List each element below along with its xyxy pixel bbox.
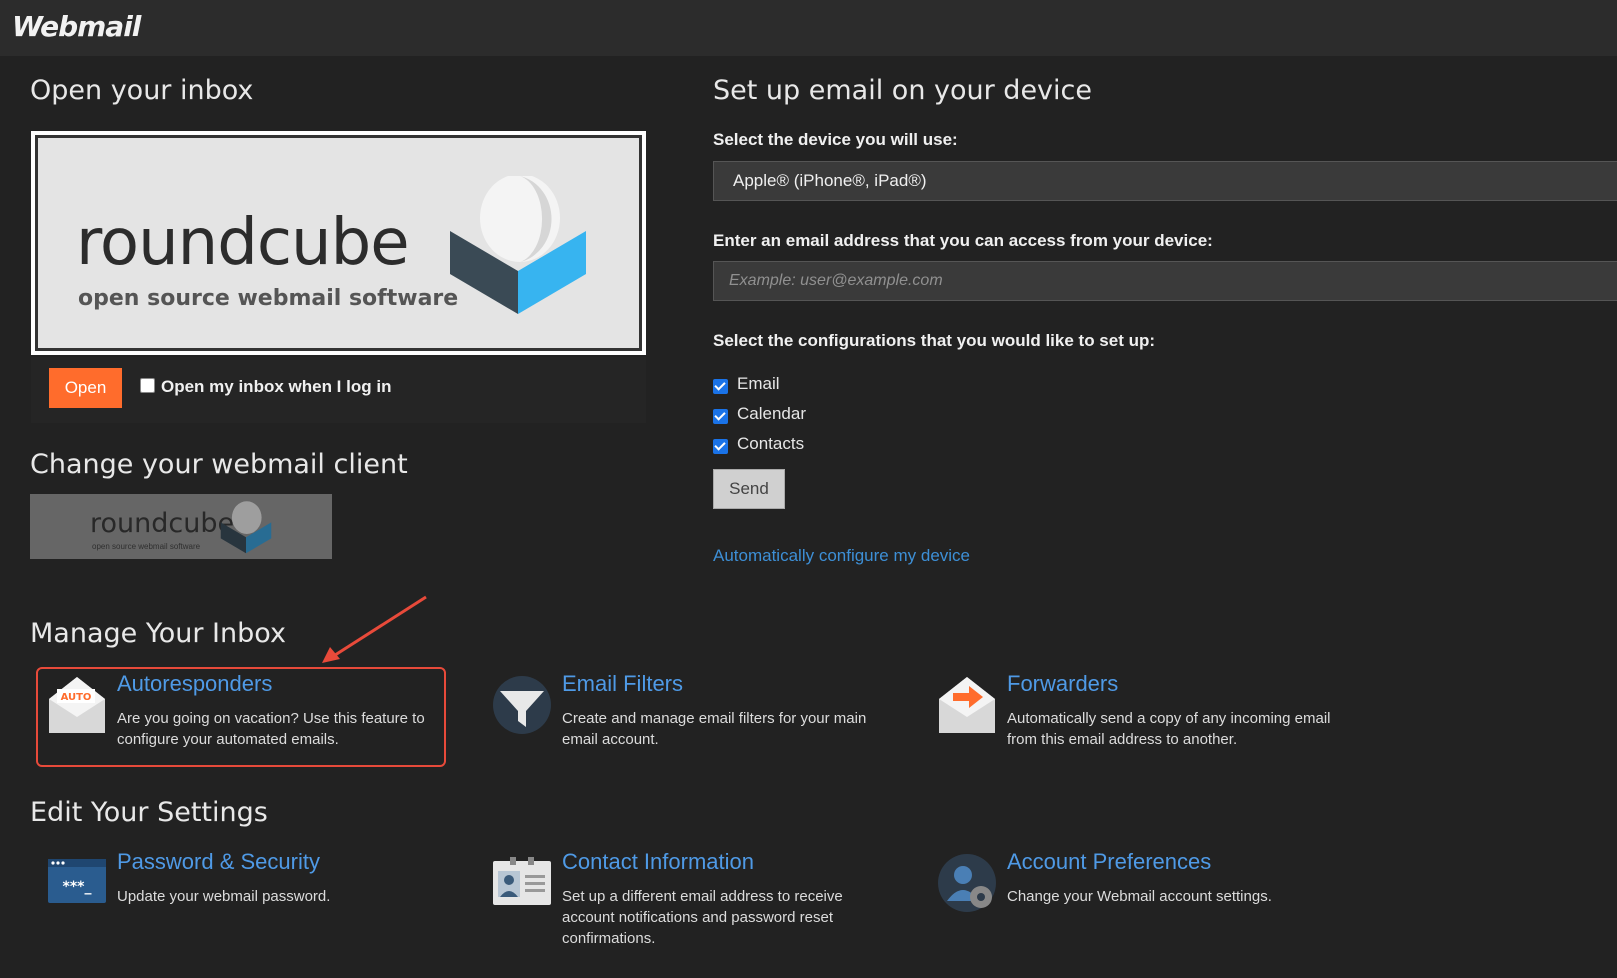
contacts-config-label[interactable]: Contacts — [737, 434, 804, 454]
config-select-label: Select the configurations that you would… — [713, 331, 1156, 350]
email-config-label[interactable]: Email — [737, 374, 780, 394]
send-button[interactable]: Send — [713, 469, 785, 509]
roundcube-cube-icon — [450, 176, 586, 314]
device-select-label: Select the device you will use: — [713, 130, 958, 149]
password-window-icon: ***_ — [48, 859, 106, 903]
forwarders-link[interactable]: Forwarders — [1007, 671, 1118, 697]
annotation-arrow-icon — [322, 595, 427, 663]
user-gear-icon — [938, 854, 996, 912]
manage-inbox-heading: Manage Your Inbox — [30, 618, 286, 649]
open-inbox-heading: Open your inbox — [30, 75, 254, 106]
email-address-label: Enter an email address that you can acce… — [713, 231, 1213, 250]
client-thumb-wordmark: roundcube — [90, 508, 235, 539]
password-security-link[interactable]: Password & Security — [117, 849, 320, 875]
auto-open-label[interactable]: Open my inbox when I log in — [161, 377, 391, 397]
roundcube-cube-icon — [220, 501, 272, 554]
account-preferences-link[interactable]: Account Preferences — [1007, 849, 1211, 875]
change-client-heading: Change your webmail client — [30, 449, 408, 480]
contact-information-link[interactable]: Contact Information — [562, 849, 754, 875]
email-filters-desc: Create and manage email filters for your… — [562, 710, 867, 748]
device-setup-heading: Set up email on your device — [713, 75, 1092, 106]
edit-settings-heading: Edit Your Settings — [30, 797, 268, 828]
roundcube-tagline: open source webmail software — [78, 286, 459, 311]
password-mask: ***_ — [63, 879, 92, 895]
auto-open-checkbox[interactable] — [140, 378, 155, 393]
auto-configure-link[interactable]: Automatically configure my device — [713, 546, 970, 566]
account-preferences-desc: Change your Webmail account settings. — [1007, 888, 1272, 905]
email-address-input[interactable]: Example: user@example.com — [713, 261, 1617, 301]
password-security-desc: Update your webmail password. — [117, 888, 331, 905]
forwarders-desc: Automatically send a copy of any incomin… — [1007, 710, 1331, 748]
top-bar: Webmail — [0, 0, 1617, 56]
roundcube-client-option[interactable]: roundcube open source webmail software — [30, 494, 332, 559]
client-thumb-tagline: open source webmail software — [92, 542, 201, 551]
roundcube-wordmark: roundcube — [76, 206, 410, 280]
email-config-checkbox[interactable] — [713, 379, 728, 394]
open-inbox-button[interactable]: Open — [49, 368, 122, 408]
contacts-config-checkbox[interactable] — [713, 439, 728, 454]
email-filters-link[interactable]: Email Filters — [562, 671, 683, 697]
forward-envelope-icon — [939, 677, 995, 733]
webmail-logo[interactable]: Webmail — [12, 10, 141, 43]
funnel-filter-icon — [493, 676, 551, 734]
calendar-config-label[interactable]: Calendar — [737, 404, 806, 424]
roundcube-logo: roundcube open source webmail software — [35, 135, 642, 351]
roundcube-logo-panel[interactable]: roundcube open source webmail software — [31, 131, 646, 355]
device-select[interactable]: Apple® (iPhone®, iPad®) — [713, 161, 1617, 201]
calendar-config-checkbox[interactable] — [713, 409, 728, 424]
contact-information-desc: Set up a different email address to rece… — [562, 888, 843, 947]
open-inbox-row: Open Open my inbox when I log in — [31, 357, 646, 423]
contact-card-icon — [493, 857, 551, 905]
autoresponders-highlight-box — [36, 667, 446, 767]
